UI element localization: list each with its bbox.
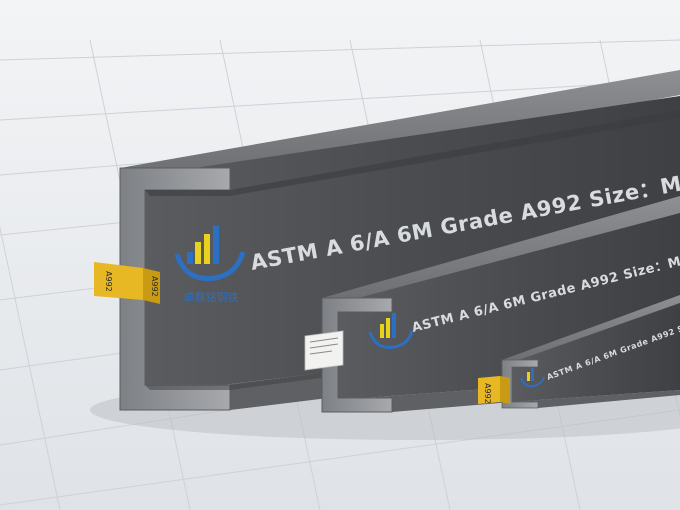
grade-tag-small <box>478 376 510 404</box>
grade-tag-large-label-2: A992 <box>150 276 159 297</box>
grade-tag-large-label: A992 <box>104 271 113 292</box>
steel-channel-illustration: 卓鼎铭钢铁 ASTM A 6/A 6M Grade A992 Size：MC3-… <box>0 0 680 510</box>
paper-label-medium <box>304 330 344 371</box>
grade-tag-small-label: A992 <box>483 383 492 404</box>
product-scene: 卓鼎铭钢铁 ASTM A 6/A 6M Grade A992 Size：MC3-… <box>0 0 680 510</box>
logo-caption-large: 卓鼎铭钢铁 <box>184 290 239 304</box>
